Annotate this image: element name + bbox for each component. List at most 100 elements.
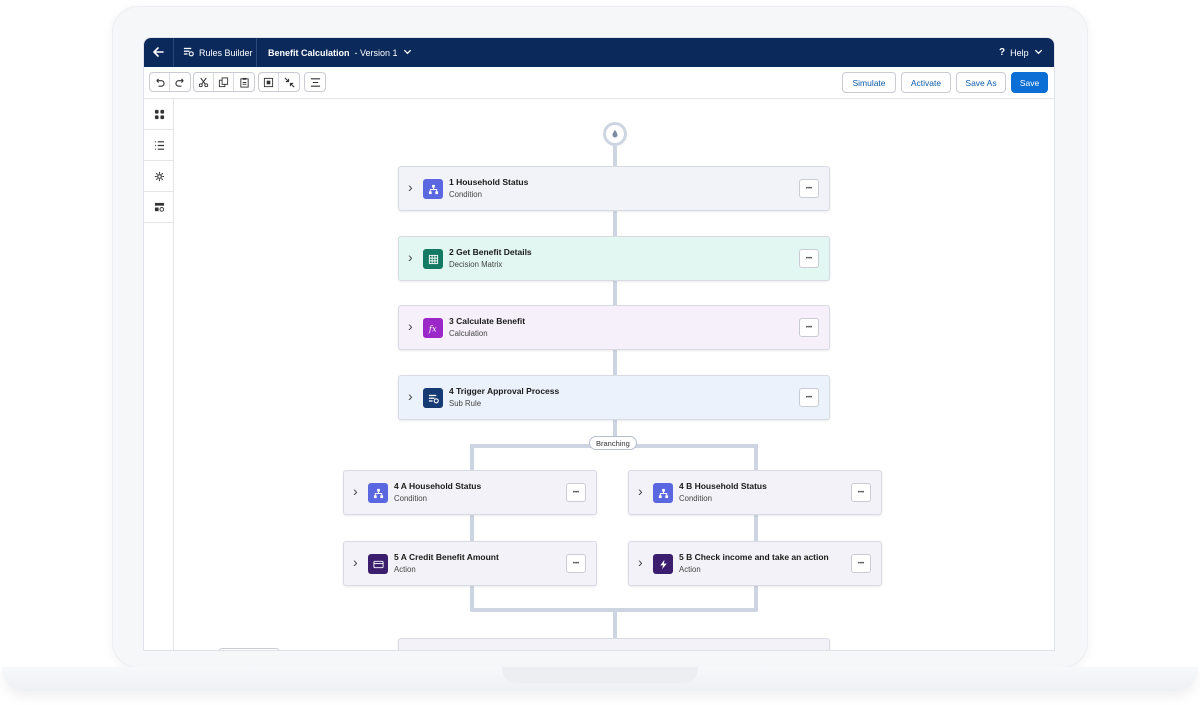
chevron-right-icon[interactable]: › <box>408 318 418 334</box>
redo-icon <box>174 77 184 87</box>
connector <box>470 515 474 541</box>
scissors-icon <box>198 77 209 87</box>
align-button[interactable] <box>305 73 325 91</box>
svg-text:fx: fx <box>428 323 437 333</box>
step-title: 3 Calculate Benefit <box>449 316 526 326</box>
step-type: Action <box>679 565 701 574</box>
subrule-icon <box>423 388 443 408</box>
step-type: Condition <box>679 494 712 503</box>
copy-button[interactable] <box>214 73 234 91</box>
rail-settings-button[interactable] <box>144 161 174 192</box>
step-title: 5 A Credit Benefit Amount <box>394 552 499 562</box>
save-as-button[interactable]: Save As <box>956 72 1006 93</box>
step-title: 2 Get Benefit Details <box>449 247 532 257</box>
more-actions-button[interactable]: ••• <box>799 318 819 337</box>
zoom-controls[interactable] <box>219 648 279 650</box>
flow-step-card[interactable]: › 2 Get Benefit Details Decision Matrix ••• <box>398 236 830 281</box>
header-divider <box>256 38 257 67</box>
view-group <box>258 72 300 92</box>
chevron-right-icon[interactable]: › <box>353 483 363 499</box>
more-actions-button[interactable]: ••• <box>799 179 819 198</box>
history-group <box>149 72 191 92</box>
flow-step-card[interactable]: › 4 B Household Status Condition ••• <box>628 470 882 515</box>
activate-button[interactable]: Activate <box>901 72 951 93</box>
more-actions-button[interactable]: ••• <box>799 388 819 407</box>
connector <box>470 444 474 470</box>
step-title: 1 Household Status <box>449 177 529 187</box>
connector <box>613 146 617 166</box>
drop-icon <box>612 129 618 138</box>
chevron-right-icon[interactable]: › <box>353 554 363 570</box>
help-menu[interactable]: ? Help <box>999 38 1043 67</box>
step-type: Calculation <box>449 329 488 338</box>
step-title: 5 B Check income and take an action <box>679 552 829 562</box>
rail-components-button[interactable] <box>144 99 174 130</box>
rail-layout-button[interactable] <box>144 192 174 223</box>
formula-icon: fx <box>423 318 443 338</box>
chevron-right-icon[interactable]: › <box>638 483 648 499</box>
branching-label: Branching <box>589 436 637 450</box>
fit-view-button[interactable] <box>259 73 279 91</box>
device-frame: Rules Builder Benefit Calculation - Vers… <box>0 0 1200 705</box>
flow-step-card[interactable]: › 1 Household Status Condition ••• <box>398 166 830 211</box>
flow-canvas[interactable]: Branching › 1 Household Status Condition ••… <box>175 99 1054 650</box>
app-header: Rules Builder Benefit Calculation - Vers… <box>144 38 1054 67</box>
flow-step-card[interactable]: › 4 Trigger Approval Process Sub Rule ••• <box>398 375 830 420</box>
paste-button[interactable] <box>234 73 254 91</box>
flow-start-node[interactable] <box>603 122 627 146</box>
rail-list-button[interactable] <box>144 130 174 161</box>
layout-settings-icon <box>154 202 164 212</box>
app-title-label: Rules Builder <box>199 47 253 58</box>
connector <box>613 608 617 638</box>
flow-step-card[interactable]: › 4 A Household Status Condition ••• <box>343 470 597 515</box>
simulate-button[interactable]: Simulate <box>842 72 896 93</box>
bolt-icon <box>653 554 673 574</box>
more-actions-button[interactable]: ••• <box>851 483 871 502</box>
hierarchy-icon <box>368 483 388 503</box>
flow-step-card[interactable]: ›7 Update Record••• <box>398 638 830 650</box>
step-title: 4 A Household Status <box>394 481 482 491</box>
more-actions-button[interactable]: ••• <box>799 249 819 268</box>
collapse-view-button[interactable] <box>279 73 299 91</box>
chevron-right-icon[interactable]: › <box>638 554 648 570</box>
undo-button[interactable] <box>150 73 170 91</box>
more-actions-button[interactable]: ••• <box>566 483 586 502</box>
chevron-down-icon <box>403 47 412 58</box>
rule-name: Benefit Calculation <box>268 47 350 58</box>
rule-version-selector[interactable]: Benefit Calculation - Version 1 <box>268 38 412 67</box>
copy-icon <box>218 76 229 87</box>
step-type: Action <box>394 565 416 574</box>
step-title: 4 Trigger Approval Process <box>449 386 560 396</box>
left-panel-rail <box>144 99 174 650</box>
expand-icon <box>263 77 274 87</box>
gear-icon <box>154 171 164 181</box>
clipboard-icon <box>239 77 249 88</box>
rules-builder-icon <box>183 46 194 59</box>
back-arrow-icon[interactable] <box>151 45 165 59</box>
flow-step-card[interactable]: › 5 B Check income and take an action Acti… <box>628 541 882 586</box>
list-icon <box>154 140 164 150</box>
cut-button[interactable] <box>194 73 214 91</box>
chevron-right-icon[interactable]: › <box>408 179 418 195</box>
app-title: Rules Builder <box>183 38 253 67</box>
save-button[interactable]: Save <box>1011 72 1048 93</box>
flow-step-card[interactable]: › 5 A Credit Benefit Amount Action ••• <box>343 541 597 586</box>
help-label: Help <box>1010 47 1029 58</box>
undo-icon <box>156 77 165 87</box>
chevron-right-icon[interactable]: › <box>408 388 418 404</box>
step-title: 7 Update Record <box>449 649 517 650</box>
more-actions-button[interactable]: ••• <box>851 554 871 573</box>
collapse-icon <box>284 77 294 87</box>
redo-button[interactable] <box>170 73 190 91</box>
step-title: 4 B Household Status <box>679 481 767 491</box>
chevron-right-icon[interactable]: › <box>408 249 418 265</box>
chevron-down-icon <box>1034 47 1043 58</box>
more-actions-button[interactable]: ••• <box>566 554 586 573</box>
question-icon: ? <box>999 47 1006 58</box>
flow-step-card[interactable]: › fx 3 Calculate Benefit Calculation ••• <box>398 305 830 350</box>
step-type: Condition <box>449 190 482 199</box>
step-type: Decision Matrix <box>449 260 503 269</box>
clipboard-group <box>193 72 255 92</box>
connector <box>613 211 617 236</box>
align-center-icon <box>310 77 320 87</box>
